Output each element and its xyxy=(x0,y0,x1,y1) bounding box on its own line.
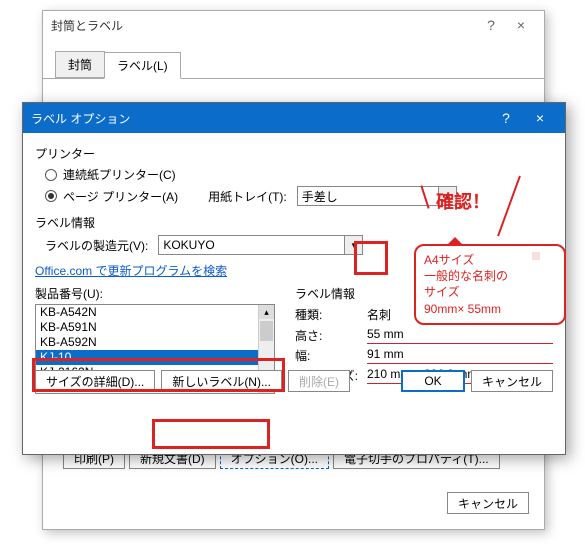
radio-page-label: ページ プリンター(A) xyxy=(63,188,178,205)
list-item[interactable]: KB-A592N xyxy=(36,335,274,350)
kind-label: 種類: xyxy=(295,306,367,324)
annotation-callout: A4サイズ 一般的な名刺の サイズ 90mm× 55mm xyxy=(414,244,566,325)
front-dialog-title: ラベル オプション xyxy=(31,110,489,127)
width-label: 幅: xyxy=(295,347,367,364)
dialog-title: 封筒とラベル xyxy=(51,17,123,34)
height-label: 高さ: xyxy=(295,327,367,344)
cancel-button-back[interactable]: キャンセル xyxy=(447,492,529,514)
tab-envelope[interactable]: 封筒 xyxy=(55,51,105,78)
product-label: 製品番号(U): xyxy=(35,285,275,302)
tabs: 封筒 ラベル(L) xyxy=(43,39,544,79)
cancel-button-front[interactable]: キャンセル xyxy=(471,370,553,392)
front-button-row: サイズの詳細(D)... 新しいラベル(N)... 削除(E) OK キャンセル xyxy=(35,370,553,392)
scroll-thumb[interactable] xyxy=(260,321,273,341)
height-value: 55 mm xyxy=(367,327,553,344)
chevron-down-icon[interactable]: ▾ xyxy=(344,236,362,254)
scroll-up-icon[interactable]: ▴ xyxy=(259,305,274,319)
dialog-titlebar: 封筒とラベル ? × xyxy=(43,11,544,39)
width-value: 91 mm xyxy=(367,347,553,364)
labelinfo-group-label: ラベル情報 xyxy=(35,214,553,231)
newlabel-button[interactable]: 新しいラベル(N)... xyxy=(161,370,282,392)
radio-icon[interactable] xyxy=(45,169,57,181)
radio-continuous-label: 連続紙プリンター(C) xyxy=(63,166,176,183)
printer-group-label: プリンター xyxy=(35,145,553,162)
radio-icon-checked[interactable] xyxy=(45,190,57,202)
radio-continuous-row[interactable]: 連続紙プリンター(C) xyxy=(45,166,553,183)
list-item-selected[interactable]: KJ-10 xyxy=(36,350,274,365)
tray-value: 手差し xyxy=(302,188,338,205)
front-help-icon[interactable]: ? xyxy=(489,110,523,126)
office-update-link[interactable]: Office.com で更新プログラムを検索 xyxy=(35,262,227,279)
detail-button[interactable]: サイズの詳細(D)... xyxy=(35,370,155,392)
tray-label: 用紙トレイ(T): xyxy=(208,188,287,205)
front-titlebar: ラベル オプション ? × xyxy=(23,103,565,133)
front-close-icon[interactable]: × xyxy=(523,110,557,126)
radio-page-row[interactable]: ページ プリンター(A) 用紙トレイ(T): 手差し ▾ xyxy=(45,186,553,206)
delete-button: 削除(E) xyxy=(288,370,350,392)
vendor-value: KOKUYO xyxy=(163,238,214,252)
tray-select[interactable]: 手差し ▾ xyxy=(297,186,457,206)
list-item[interactable]: KB-A542N xyxy=(36,305,274,320)
chevron-down-icon[interactable]: ▾ xyxy=(438,187,456,205)
ok-button[interactable]: OK xyxy=(401,370,465,392)
list-item[interactable]: KB-A591N xyxy=(36,320,274,335)
tab-label[interactable]: ラベル(L) xyxy=(104,52,181,79)
vendor-select[interactable]: KOKUYO ▾ xyxy=(158,235,363,255)
vendor-label: ラベルの製造元(V): xyxy=(45,237,148,254)
close-icon[interactable]: × xyxy=(506,17,536,33)
help-icon[interactable]: ? xyxy=(476,17,506,33)
callout-text: A4サイズ 一般的な名刺の サイズ 90mm× 55mm xyxy=(424,253,508,316)
